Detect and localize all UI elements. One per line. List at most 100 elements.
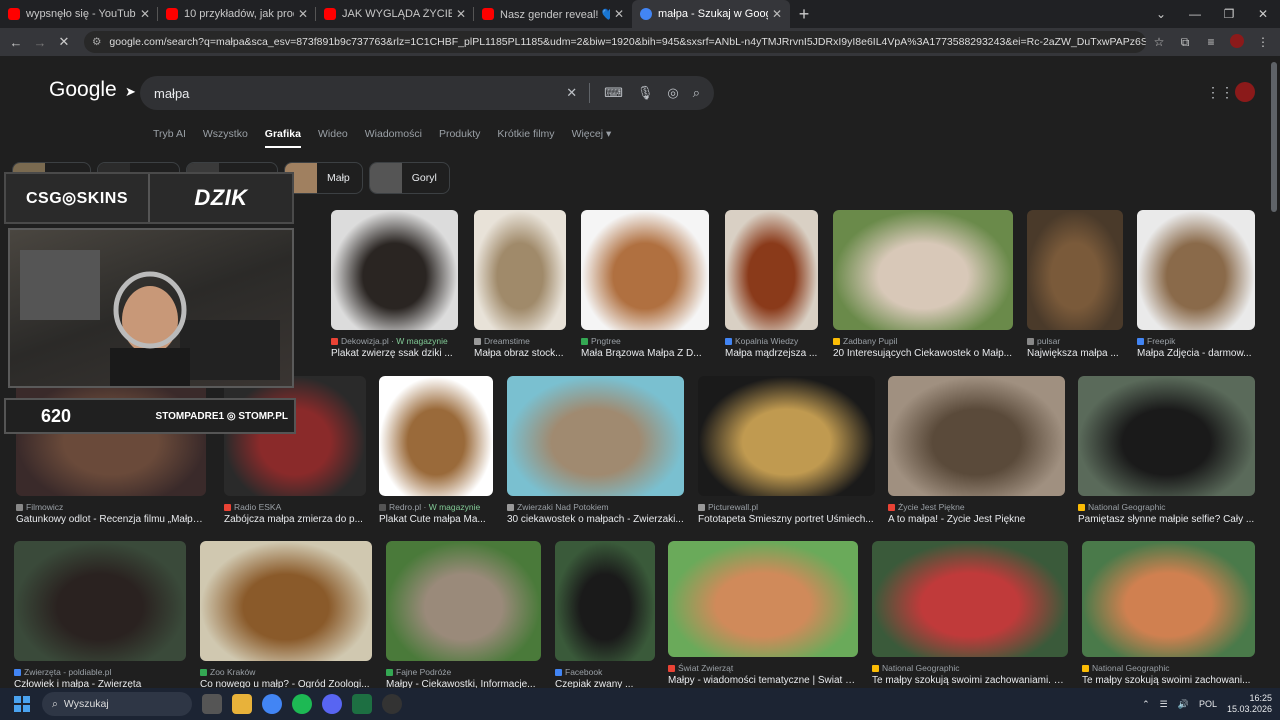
result-caption[interactable]: Największa małpa ... [1027,348,1123,359]
result-source[interactable]: Dekowizja.pl · W magazynie [331,336,458,346]
image-result[interactable] [833,210,1013,330]
result-caption[interactable]: 30 ciekawostek o małpach - Zwierzaki... [507,514,684,525]
image-result[interactable] [507,376,684,496]
clock[interactable]: 16:25 15.03.2026 [1227,693,1272,715]
image-result[interactable] [1137,210,1255,330]
close-tab-icon[interactable]: ✕ [298,7,308,21]
stop-loading-button[interactable]: ✕ [52,34,76,50]
result-source[interactable]: National Geographic [872,663,1068,673]
tab-google-search[interactable]: małpa - Szukaj w Google✕ [632,0,790,28]
result-caption[interactable]: Plakat Cute małpa Ma... [379,514,493,525]
image-result[interactable] [888,376,1065,496]
restore-button[interactable]: ❐ [1212,0,1246,28]
tab-youtube-4[interactable]: Nasz gender reveal! 💙💗 - Yo✕ [474,0,632,28]
image-result[interactable] [698,376,875,496]
discord-icon[interactable] [322,694,342,714]
search-icon[interactable]: ⌕ [693,85,700,101]
result-source[interactable]: pulsar [1027,336,1123,346]
site-info-icon[interactable]: ⚙ [92,36,101,48]
result-source[interactable]: Dreamstime [474,336,566,346]
result-caption[interactable]: Małpa mądrzejsza ... [725,348,818,359]
result-caption[interactable]: Te małpy szokują swoimi zachowani... [1082,675,1255,686]
result-caption[interactable]: Mała Brązowa Małpa Z D... [581,348,709,359]
result-caption[interactable]: Małpa Zdjęcia - darmow... [1137,348,1255,359]
excel-icon[interactable] [352,694,372,714]
image-result[interactable] [668,541,858,657]
media-icon[interactable]: ≡ [1198,35,1224,49]
result-source[interactable]: Zoo Kraków [200,667,372,677]
chrome-icon[interactable] [262,694,282,714]
result-caption[interactable]: Zabójcza małpa zmierza do p... [224,514,366,525]
result-caption[interactable]: Pamiętasz słynne małpie selfie? Cały ... [1078,514,1255,525]
result-caption[interactable]: Człowiek i małpa - Zwierzęta [14,679,186,688]
image-result[interactable] [581,210,709,330]
task-view-icon[interactable] [202,694,222,714]
tab-images[interactable]: Grafika [264,128,301,148]
clear-icon[interactable]: ✕ [566,85,577,101]
result-caption[interactable]: 20 Interesujących Ciekawostek o Małp... [833,348,1013,359]
result-caption[interactable]: Fototapeta Śmieszny portret Uśmiech... [698,514,875,525]
bookmark-star-icon[interactable]: ☆ [1146,35,1172,49]
result-caption[interactable]: Plakat zwierzę ssak dziki ... [331,348,458,359]
tab-all[interactable]: Wszystko [203,128,248,148]
result-caption[interactable]: A to małpa! - Życie Jest Piękne [888,514,1065,525]
tab-youtube-1[interactable]: wypsnęło się - YouTube ✕ [0,0,158,28]
tab-search-icon[interactable]: ⌄ [1144,0,1178,28]
tab-youtube-2[interactable]: 10 przykładów, jak producenci✕ [158,0,316,28]
result-caption[interactable]: Małpy - Ciekawostki, Informacje... [386,679,541,688]
close-tab-icon[interactable]: ✕ [456,7,466,21]
chip-goryl[interactable]: Goryl [368,162,450,194]
speaker-icon[interactable]: 🔊 [1178,699,1189,710]
spotify-icon[interactable] [292,694,312,714]
microphone-icon[interactable]: 🎙 [637,85,654,101]
minimize-button[interactable]: — [1178,0,1212,28]
image-result[interactable] [1082,541,1255,657]
image-result[interactable] [555,541,655,661]
obs-icon[interactable] [382,694,402,714]
result-source[interactable]: Pngtree [581,336,709,346]
result-caption[interactable]: Małpy - wiadomości tematyczne | Świat Z.… [668,675,858,686]
menu-icon[interactable]: ⋮ [1250,35,1276,49]
search-input[interactable] [154,85,553,101]
image-result[interactable] [1027,210,1123,330]
result-caption[interactable]: Gatunkowy odlot - Recenzja filmu „Małpa"… [16,514,206,525]
result-source[interactable]: Freepik [1137,336,1255,346]
tab-news[interactable]: Wiadomości [365,128,422,148]
image-result[interactable] [331,210,458,330]
lens-camera-icon[interactable]: ◎ [667,85,678,101]
tab-short-videos[interactable]: Krótkie filmy [497,128,554,148]
tab-ai-mode[interactable]: Tryb AI [153,128,186,148]
taskbar-search[interactable]: ⌕ Wyszukaj [42,692,192,716]
language-indicator[interactable]: POL [1199,699,1217,709]
result-caption[interactable]: Małpa obraz stock... [474,348,566,359]
tab-videos[interactable]: Wideo [318,128,348,148]
result-caption[interactable]: Te małpy szokują swoimi zachowaniami. N.… [872,675,1068,686]
result-source[interactable]: Redro.pl · W magazynie [379,502,493,512]
result-source[interactable]: Zadbany Pupil [833,336,1013,346]
result-source[interactable]: National Geographic [1078,502,1255,512]
result-source[interactable]: Filmowicz [16,502,206,512]
image-result[interactable] [200,541,372,661]
result-source[interactable]: Facebook [555,667,655,677]
result-source[interactable]: Zwierzęta - poldiable.pl [14,667,186,677]
result-source[interactable]: Kopalnia Wiedzy [725,336,818,346]
google-logo[interactable]: Google [49,78,117,102]
tab-youtube-3[interactable]: JAK WYGLĄDA ŻYCIE PLEMION✕ [316,0,474,28]
start-button[interactable] [14,696,30,712]
close-tab-icon[interactable]: ✕ [614,7,624,21]
page-scrollbar[interactable] [1271,62,1277,212]
url-field[interactable]: ⚙ google.com/search?q=małpa&sca_esv=873f… [84,31,1146,53]
result-caption[interactable]: Co nowego u małp? - Ogród Zoologi... [200,679,372,688]
chip-malp[interactable]: Małp [284,162,363,194]
close-tab-icon[interactable]: ✕ [772,7,782,21]
result-source[interactable]: Zwierzaki Nad Potokiem [507,502,684,512]
profile-button[interactable] [1224,33,1250,51]
avatar[interactable] [1235,82,1255,102]
extensions-icon[interactable]: ⧉ [1172,35,1198,50]
image-result[interactable] [474,210,566,330]
result-source[interactable]: Radio ESKA [224,502,366,512]
image-result[interactable] [386,541,541,661]
network-icon[interactable]: ☰ [1160,699,1168,710]
image-result[interactable] [872,541,1068,657]
close-window-button[interactable]: ✕ [1246,0,1280,28]
